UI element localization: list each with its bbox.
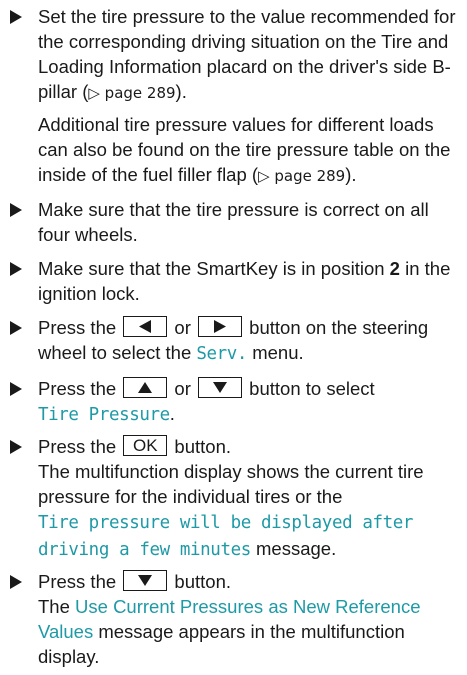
bullet-triangle-icon bbox=[10, 382, 22, 396]
down-arrow-button[interactable] bbox=[198, 377, 243, 399]
display-menu-tire-pressure: Tire Pressure bbox=[38, 405, 170, 425]
step-select-serv-menu: Press the or button on the steering whee… bbox=[8, 315, 461, 367]
up-arrow-button[interactable] bbox=[123, 377, 168, 399]
bullet-triangle-icon bbox=[10, 203, 22, 217]
display-menu-serv: Serv. bbox=[196, 344, 248, 364]
up-arrow-icon bbox=[138, 382, 153, 394]
step-select-tire-pressure: Press the or button to select Tire Pressu… bbox=[8, 376, 461, 428]
right-arrow-icon bbox=[214, 320, 227, 334]
step-check-all-wheels: Make sure that the tire pressure is corr… bbox=[8, 197, 461, 247]
page-reference-link[interactable]: ▷ page 289 bbox=[258, 167, 345, 185]
left-arrow-icon bbox=[139, 320, 152, 334]
key-position-value: 2 bbox=[389, 258, 400, 279]
right-arrow-button[interactable] bbox=[198, 316, 243, 338]
step-set-tire-pressure: Set the tire pressure to the value recom… bbox=[8, 4, 461, 106]
bullet-triangle-icon bbox=[10, 321, 22, 335]
step-text: Make sure that the tire pressure is corr… bbox=[38, 199, 429, 245]
instruction-page: Set the tire pressure to the value recom… bbox=[0, 0, 467, 669]
step-press-down: Press the button. The Use Current Pressur… bbox=[8, 569, 461, 669]
down-arrow-icon bbox=[138, 575, 153, 587]
step-smartkey-position: Make sure that the SmartKey is in positi… bbox=[8, 256, 461, 306]
left-arrow-button[interactable] bbox=[123, 316, 168, 338]
down-arrow-icon bbox=[213, 382, 228, 394]
ok-button[interactable]: OK bbox=[123, 435, 168, 457]
bullet-triangle-icon bbox=[10, 440, 22, 454]
bullet-triangle-icon bbox=[10, 262, 22, 276]
bullet-triangle-icon bbox=[10, 10, 22, 24]
bullet-triangle-icon bbox=[10, 575, 22, 589]
down-arrow-button[interactable] bbox=[123, 570, 168, 592]
step-press-ok: Press the OK button. The multifunction di… bbox=[8, 434, 461, 563]
step-note: Additional tire pressure values for diff… bbox=[38, 114, 451, 185]
page-reference-link[interactable]: ▷ page 289 bbox=[88, 84, 175, 102]
display-message-tire-pressure-wait: Tire pressure will be displayed after dr… bbox=[38, 513, 414, 560]
